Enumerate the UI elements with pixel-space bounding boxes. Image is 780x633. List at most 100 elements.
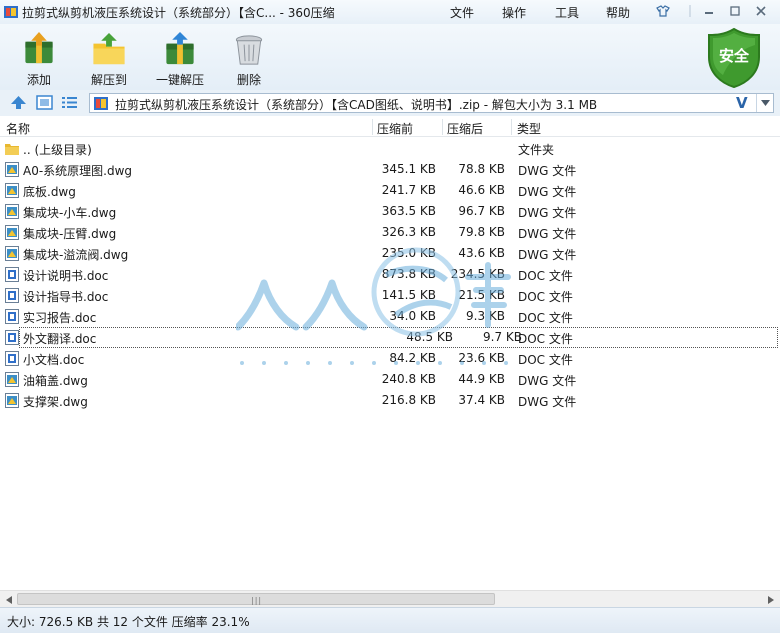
- file-type: DOC 文件: [518, 290, 573, 304]
- status-bar: 大小: 726.5 KB 共 12 个文件 压缩率 23.1%: [0, 607, 780, 633]
- file-name: A0-系统原理图.dwg: [23, 164, 133, 178]
- file-original-size: 9.3 KB: [466, 309, 505, 323]
- close-icon: [756, 6, 766, 16]
- file-row[interactable]: 设计指导书.doc 141.5 KB 21.5 KB DOC 文件: [0, 285, 780, 306]
- file-row[interactable]: 集成块-小车.dwg 363.5 KB 96.7 KB DWG 文件: [0, 201, 780, 222]
- maximize-button[interactable]: [726, 3, 744, 19]
- file-original-size: 96.7 KB: [458, 204, 505, 218]
- skin-icon: [656, 5, 670, 17]
- scroll-left-button[interactable]: [2, 593, 15, 606]
- horizontal-scrollbar[interactable]: |||: [0, 590, 780, 607]
- doc-file-icon: [5, 330, 19, 345]
- scroll-thumb[interactable]: |||: [17, 593, 495, 605]
- file-name: 底板.dwg: [23, 185, 76, 199]
- column-packed[interactable]: 压缩前: [377, 120, 413, 137]
- file-name: 集成块-小车.dwg: [23, 206, 117, 220]
- file-original-size: 44.9 KB: [458, 372, 505, 386]
- file-type: DOC 文件: [518, 353, 573, 367]
- file-row[interactable]: 油箱盖.dwg 240.8 KB 44.9 KB DWG 文件: [0, 369, 780, 390]
- address-path: 拉剪式纵剪机液压系统设计（系统部分）【含CAD图纸、说明书】.zip - 解包大…: [115, 98, 598, 112]
- v-icon[interactable]: V: [736, 94, 748, 112]
- dwg-file-icon: [5, 393, 19, 408]
- scroll-right-button[interactable]: [764, 593, 777, 606]
- skin-button[interactable]: [654, 3, 672, 19]
- file-row[interactable]: .. (上级目录) 文件夹: [0, 138, 780, 159]
- toolbar: 添加 解压到 一键解压 删除 安全: [0, 24, 780, 90]
- maximize-icon: [730, 6, 740, 16]
- add-archive-icon: [25, 32, 53, 64]
- file-row[interactable]: 外文翻译.doc 48.5 KB 9.7 KB DOC 文件: [5, 327, 778, 348]
- file-row[interactable]: 设计说明书.doc 873.8 KB 234.5 KB DOC 文件: [0, 264, 780, 285]
- file-original-size: 234.5 KB: [450, 267, 505, 281]
- file-type: DOC 文件: [518, 269, 573, 283]
- column-divider[interactable]: [372, 119, 373, 135]
- dwg-file-icon: [5, 204, 19, 219]
- file-name: 支撑架.dwg: [23, 395, 88, 409]
- file-type: DWG 文件: [518, 395, 577, 409]
- one-click-extract-label: 一键解压: [155, 73, 204, 87]
- menu-file[interactable]: 文件: [450, 4, 474, 21]
- doc-file-icon: [5, 267, 19, 282]
- file-type: DWG 文件: [518, 164, 577, 178]
- file-row[interactable]: 集成块-溢流阀.dwg 235.0 KB 43.6 KB DWG 文件: [0, 243, 780, 264]
- file-original-size: 78.8 KB: [458, 162, 505, 176]
- file-row[interactable]: 底板.dwg 241.7 KB 46.6 KB DWG 文件: [0, 180, 780, 201]
- file-packed-size: 216.8 KB: [381, 393, 436, 407]
- file-original-size: 37.4 KB: [458, 393, 505, 407]
- extract-to-label: 解压到: [90, 73, 127, 87]
- dwg-file-icon: [5, 372, 19, 387]
- archive-icon: [94, 97, 108, 110]
- security-badge[interactable]: 安全: [705, 27, 763, 89]
- list-view-icon[interactable]: [61, 95, 78, 110]
- column-divider[interactable]: [511, 119, 512, 135]
- file-row[interactable]: 实习报告.doc 34.0 KB 9.3 KB DOC 文件: [0, 306, 780, 327]
- file-name: 集成块-溢流阀.dwg: [23, 248, 129, 262]
- dwg-file-icon: [5, 225, 19, 240]
- column-name[interactable]: 名称: [6, 120, 30, 137]
- minimize-icon: [705, 12, 713, 14]
- file-packed-size: 363.5 KB: [381, 204, 436, 218]
- doc-file-icon: [5, 288, 19, 303]
- file-name: 设计指导书.doc: [23, 290, 109, 304]
- delete-label: 删除: [236, 73, 261, 87]
- menu-help[interactable]: 帮助: [606, 4, 630, 21]
- file-packed-size: 84.2 KB: [389, 351, 436, 365]
- extract-to-icon: [93, 32, 125, 65]
- file-list[interactable]: .. (上级目录) 文件夹 A0-系统原理图.dwg 345.1 KB 78.8 KB D…: [0, 138, 780, 590]
- minimize-button[interactable]: [700, 3, 718, 19]
- file-name: 外文翻译.doc: [23, 332, 97, 346]
- separator-bar: [681, 3, 699, 19]
- file-row[interactable]: 集成块-压臂.dwg 326.3 KB 79.8 KB DWG 文件: [0, 222, 780, 243]
- chevron-down-icon: [761, 100, 770, 106]
- file-packed-size: 345.1 KB: [381, 162, 436, 176]
- folder-icon: [5, 141, 19, 156]
- address-bar: 拉剪式纵剪机液压系统设计（系统部分）【含CAD图纸、说明书】.zip - 解包大…: [0, 90, 780, 116]
- one-click-extract-button[interactable]: 一键解压: [152, 32, 208, 88]
- file-packed-size: 241.7 KB: [381, 183, 436, 197]
- column-divider[interactable]: [442, 119, 443, 135]
- file-original-size: 9.7 KB: [483, 330, 522, 344]
- doc-file-icon: [5, 309, 19, 324]
- address-dropdown[interactable]: [756, 94, 774, 112]
- file-row[interactable]: A0-系统原理图.dwg 345.1 KB 78.8 KB DWG 文件: [0, 159, 780, 180]
- scroll-left-icon: [5, 595, 12, 604]
- app-logo-icon: [4, 6, 18, 18]
- file-row[interactable]: 支撑架.dwg 216.8 KB 37.4 KB DWG 文件: [0, 390, 780, 411]
- address-input[interactable]: 拉剪式纵剪机液压系统设计（系统部分）【含CAD图纸、说明书】.zip - 解包大…: [89, 93, 774, 113]
- file-packed-size: 240.8 KB: [381, 372, 436, 386]
- column-header: 名称 压缩前 压缩后 类型: [0, 117, 780, 137]
- extract-to-button[interactable]: 解压到: [88, 32, 130, 88]
- delete-button[interactable]: 删除: [228, 32, 270, 88]
- file-packed-size: 48.5 KB: [406, 330, 453, 344]
- large-icon-view-icon[interactable]: [36, 95, 53, 110]
- file-type: DWG 文件: [518, 248, 577, 262]
- add-button[interactable]: 添加: [18, 32, 60, 88]
- menu-tools[interactable]: 工具: [555, 4, 579, 21]
- close-button[interactable]: [752, 3, 770, 19]
- file-row[interactable]: 小文档.doc 84.2 KB 23.6 KB DOC 文件: [0, 348, 780, 369]
- column-type[interactable]: 类型: [517, 120, 541, 137]
- window-title: 拉剪式纵剪机液压系统设计（系统部分）【含C... - 360压缩: [22, 6, 335, 20]
- column-original[interactable]: 压缩后: [447, 120, 483, 137]
- menu-operate[interactable]: 操作: [502, 4, 526, 21]
- up-arrow-icon[interactable]: [10, 95, 27, 110]
